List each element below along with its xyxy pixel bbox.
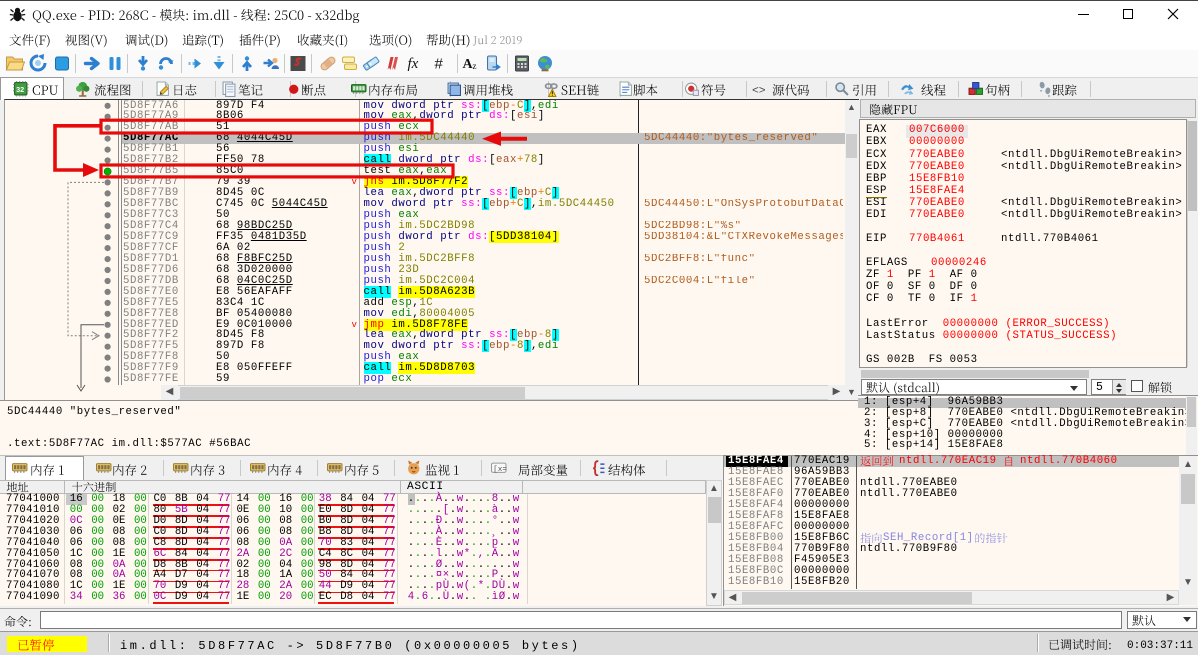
svg-text:[x=]: [x=] [493,466,507,474]
